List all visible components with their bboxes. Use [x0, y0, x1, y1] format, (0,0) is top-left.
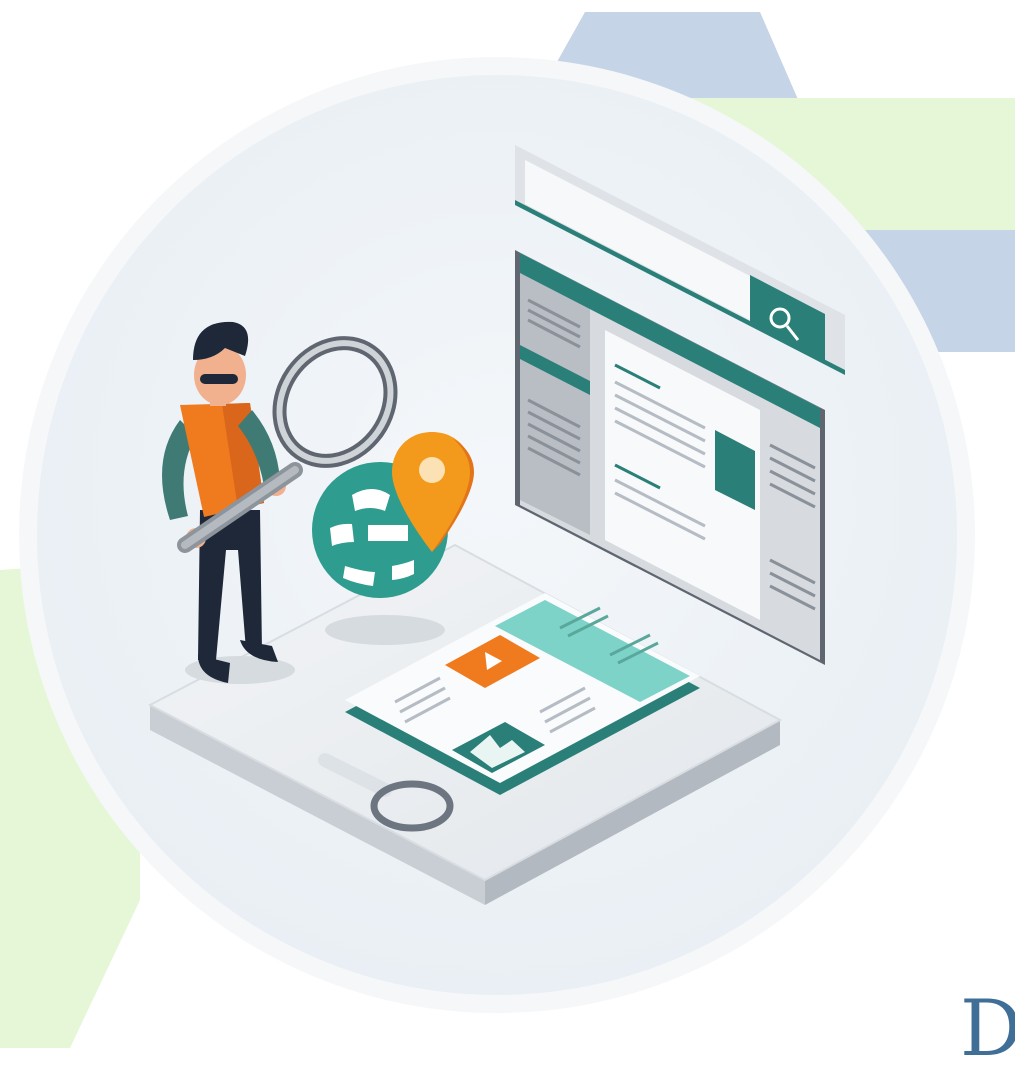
illustration-canvas	[0, 12, 1015, 1048]
globe-shadow	[325, 615, 445, 645]
brand-partial-text: D	[960, 984, 1015, 1074]
